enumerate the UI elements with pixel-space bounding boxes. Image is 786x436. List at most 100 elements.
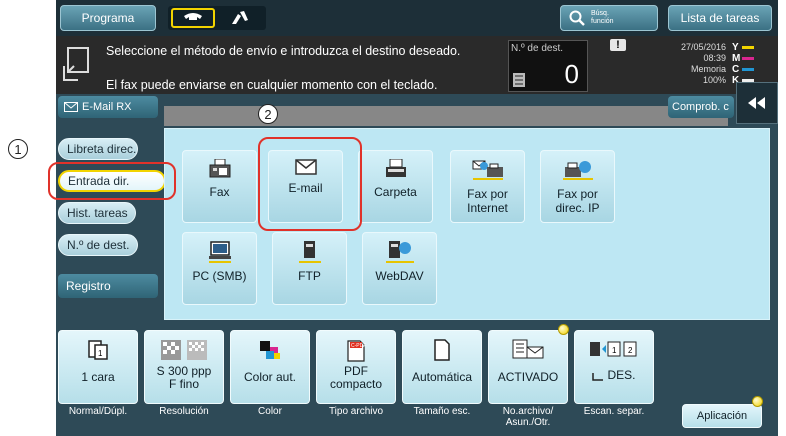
dest-pc-smb-label: PC (SMB) [192,269,247,283]
file-name-subject-icon [512,339,544,359]
sidebar-item-job-history[interactable]: Hist. tareas [58,202,136,224]
setting-color-caption: Color [258,406,282,417]
svg-text:1: 1 [98,349,103,358]
step-1-marker: 1 [8,139,28,159]
dest-internet-fax[interactable]: Fax por Internet [450,150,525,223]
phone-offhook-icon[interactable] [224,9,256,27]
toner-m-letter: M [732,53,741,64]
address-input-strip[interactable] [164,106,728,126]
toner-y-bar [742,46,754,49]
fax-icon [209,159,230,178]
control-panel-screen: Programa Búsq. función Lista de tareas S… [56,0,778,436]
memory-value: 100% [702,75,726,85]
setting-scan-size-caption: Tamaño esc. [413,406,471,417]
function-search-button[interactable]: Búsq. función [560,5,658,31]
setting-separate-scan-caption: Escan. separ. [583,406,645,417]
internet-fax-icon [472,160,503,180]
dest-counter-label: N.º de dest. [511,43,564,54]
dest-folder-label: Carpeta [374,185,417,199]
message-line-1: Seleccione el método de envío e introduz… [106,44,461,58]
setting-resolution[interactable]: S 300 ppp F fino [144,330,224,404]
setting-duplex-caption: Normal/Dúpl. [68,406,128,417]
warning-icon: ! [610,39,626,51]
collapse-panel-button[interactable] [736,82,778,124]
dest-ip-fax[interactable]: Fax por direc. IP [540,150,615,223]
separate-scan-icon: 12 [590,341,637,357]
setting-duplex[interactable]: 1 1 cara [58,330,138,404]
setting-duplex-value: 1 cara [81,370,115,384]
program-button[interactable]: Programa [60,5,156,31]
setting-resolution-caption: Resolución [159,406,209,417]
folder-printer-icon [385,159,406,177]
sidebar-item-registry[interactable]: Registro [58,274,158,298]
dest-ftp[interactable]: FTP [272,232,347,305]
pdf-file-icon: C-PDF [347,340,366,362]
svg-text:C-PDF: C-PDF [351,343,366,349]
search-icon [569,10,585,26]
toner-c-bar [742,68,754,71]
fax-doc-icon [63,47,89,81]
application-indicator [752,396,763,407]
setting-file-name-value: ACTIVADO [497,370,559,384]
webdav-icon [385,241,414,263]
setting-file-type-caption: Tipo archivo [328,406,384,417]
highlight-email [258,137,362,231]
setting-scan-size[interactable]: Automática [402,330,482,404]
search-label-1: Búsq. [591,10,609,17]
setting-color-value: Color aut. [243,370,297,384]
memory-label: Memoria [690,64,726,74]
computer-icon [208,241,231,263]
sidebar-item-address-book[interactable]: Libreta direc. [58,138,138,160]
setting-file-name-caption: No.archivo/ Asun./Otr. [502,406,554,428]
message-line-2: El fax puede enviarse en cualquier momen… [106,78,438,92]
email-rx-label: E-Mail RX [82,101,132,113]
setting-file-type[interactable]: C-PDF PDF compacto [316,330,396,404]
highlight-direct-input [48,162,176,200]
setting-file-name[interactable]: ACTIVADO [488,330,568,404]
file-name-indicator [558,324,569,335]
job-list-button[interactable]: Lista de tareas [668,5,772,31]
list-icon [513,73,525,87]
setting-resolution-value: S 300 ppp F fino [156,364,212,391]
setting-scan-size-value: Automática [411,370,473,384]
dest-ftp-label: FTP [298,269,321,283]
envelope-small-icon [64,102,78,112]
setting-file-type-value: PDF compacto [329,364,383,391]
application-button[interactable]: Aplicación [682,404,762,428]
check-tab[interactable]: Comprob. c [668,96,734,118]
date-text: 27/05/2016 [680,42,726,52]
setting-separate-scan-value: DES. [607,368,636,382]
dest-folder[interactable]: Carpeta [358,150,433,223]
top-bar: Programa Búsq. función Lista de tareas [56,0,778,36]
toner-y-letter: Y [732,42,739,53]
toner-c-letter: C [732,64,740,75]
search-label-2: función [591,18,614,25]
resolution-icon [161,340,207,360]
fax-line-toggle[interactable] [168,6,266,30]
ip-fax-icon [562,161,593,180]
dest-fax-label: Fax [209,185,230,199]
message-bar: Seleccione el método de envío e introduz… [56,36,778,94]
email-rx-tab[interactable]: E-Mail RX [58,96,158,118]
dest-ip-fax-label: Fax por direc. IP [555,187,600,215]
setting-color[interactable]: Color aut. [230,330,310,404]
svg-text:1: 1 [612,346,617,355]
dest-fax[interactable]: Fax [182,150,257,223]
single-sided-icon: 1 [88,340,108,360]
double-chevron-left-icon [748,97,765,109]
sidebar-item-dest-number[interactable]: N.º de dest. [58,234,138,256]
destination-counter: N.º de dest. 0 [508,40,588,92]
color-auto-icon [260,341,280,359]
separate-small-icon [592,372,604,381]
dest-webdav[interactable]: WebDAV [362,232,437,305]
setting-separate-scan[interactable]: 12 DES. [574,330,654,404]
dest-internet-fax-label: Fax por Internet [467,187,508,215]
phone-onhook-icon[interactable] [171,8,215,28]
toner-m-bar [742,57,754,60]
time-text: 08:39 [703,53,726,63]
page-size-icon [434,339,450,361]
svg-text:2: 2 [628,346,633,355]
dest-pc-smb[interactable]: PC (SMB) [182,232,257,305]
dest-counter-value: 0 [564,59,579,89]
dest-webdav-label: WebDAV [375,269,424,283]
